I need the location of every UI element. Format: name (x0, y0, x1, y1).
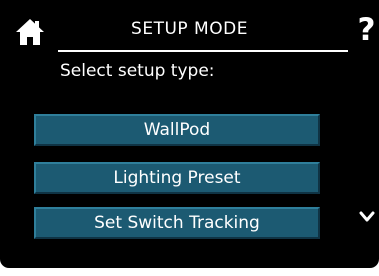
setup-mode-screen: SETUP MODE ? Select setup type: WallPod … (0, 0, 379, 268)
lighting-preset-button[interactable]: Lighting Preset (34, 162, 320, 194)
page-title: SETUP MODE (131, 19, 248, 39)
scroll-down-button[interactable] (358, 209, 376, 223)
set-switch-tracking-button[interactable]: Set Switch Tracking (34, 207, 320, 239)
wallpod-button[interactable]: WallPod (34, 114, 320, 146)
setup-type-prompt: Select setup type: (60, 61, 215, 81)
help-button[interactable]: ? (354, 12, 379, 48)
header-divider (58, 50, 348, 52)
chevron-down-icon (359, 211, 375, 222)
